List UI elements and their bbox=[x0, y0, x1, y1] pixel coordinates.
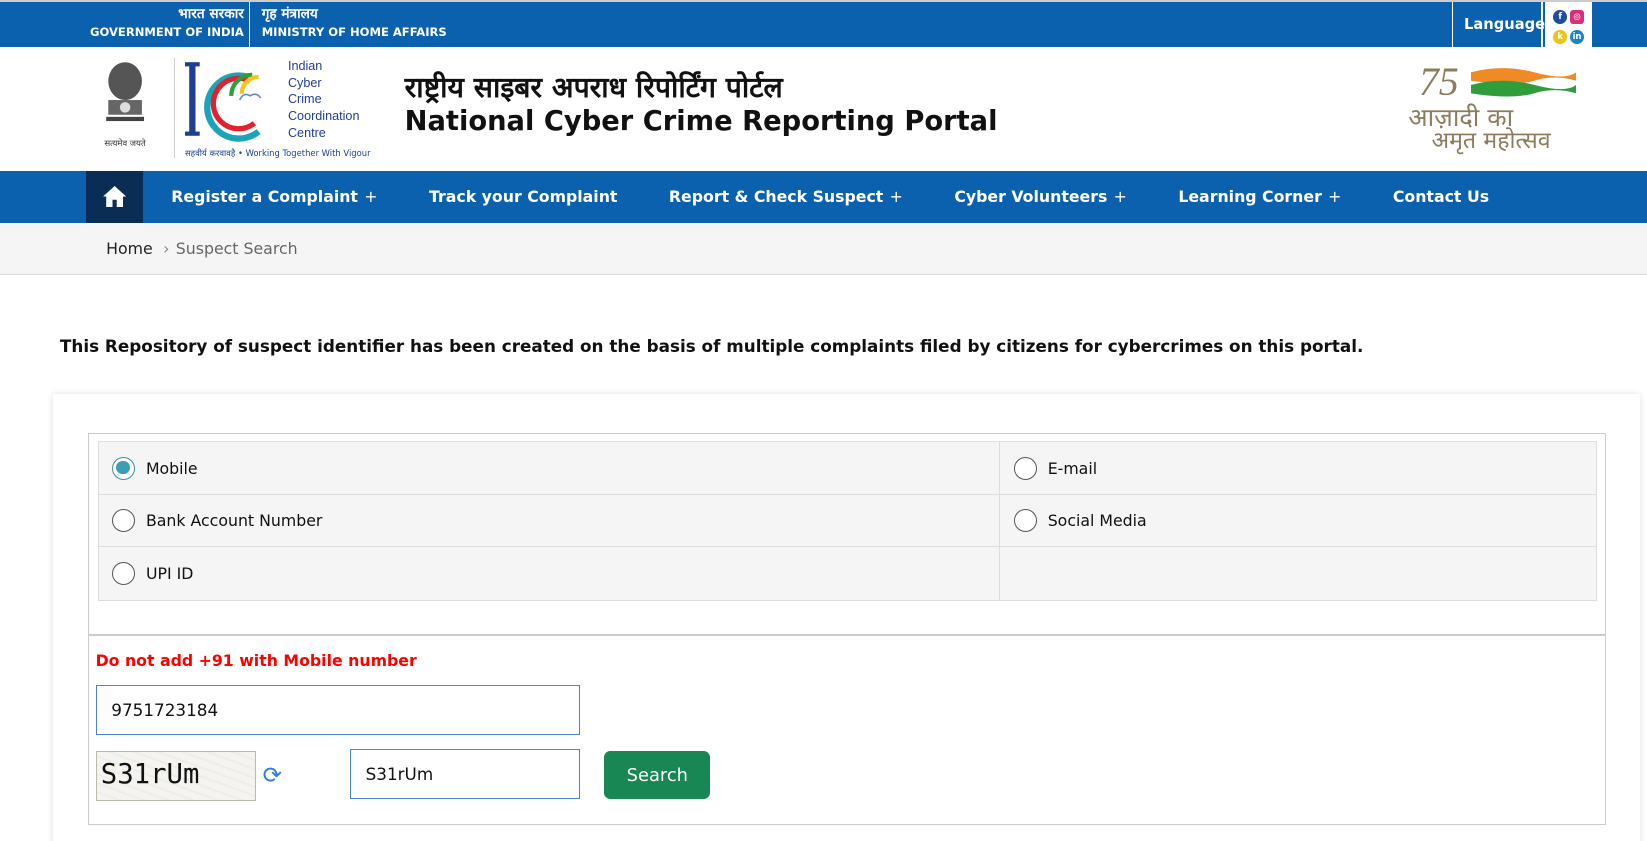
divider bbox=[249, 2, 251, 48]
language-button[interactable]: Language bbox=[1452, 2, 1545, 48]
nav-contact-us[interactable]: Contact Us bbox=[1364, 171, 1512, 222]
suspect-search-card: Mobile E-mail Bank Account Number Social… bbox=[52, 394, 1640, 841]
option-social-media[interactable]: Social Media bbox=[1000, 495, 1596, 547]
nav-learning-corner[interactable]: Learning Corner + bbox=[1150, 171, 1365, 222]
mobile-warning: Do not add +91 with Mobile number bbox=[95, 650, 417, 670]
ministry-of-home-affairs: गृह मंत्रालय MINISTRY OF HOME AFFAIRS bbox=[261, 6, 447, 40]
radio-social-media[interactable] bbox=[1014, 509, 1038, 533]
mobile-number-input[interactable] bbox=[95, 685, 581, 735]
search-form: Mobile E-mail Bank Account Number Social… bbox=[88, 433, 1606, 826]
captcha-image: S31rUm bbox=[95, 751, 257, 801]
radio-upi-id[interactable] bbox=[112, 562, 136, 586]
nav-track-complaint[interactable]: Track your Complaint bbox=[401, 171, 641, 222]
option-bank-account[interactable]: Bank Account Number bbox=[99, 494, 1001, 547]
top-bar: भारत सरकार GOVERNMENT OF INDIA गृह मंत्र… bbox=[0, 0, 1647, 48]
options-row: Mobile E-mail bbox=[98, 442, 1597, 495]
search-type-options: Mobile E-mail Bank Account Number Social… bbox=[97, 441, 1598, 601]
intro-text: This Repository of suspect identifier ha… bbox=[59, 336, 1364, 357]
social-links: f ◎ k in bbox=[1544, 2, 1593, 48]
options-row: UPI ID bbox=[98, 547, 1597, 600]
site-header: सत्यमेव जयते Indian Cyber Crime Coordina… bbox=[0, 47, 1647, 171]
breadcrumb-current: Suspect Search bbox=[175, 238, 298, 258]
empty-cell bbox=[1000, 547, 1596, 600]
portal-title-hindi: राष्ट्रीय साइबर अपराध रिपोर्टिंग पोर्टल bbox=[404, 71, 783, 105]
nav-register-complaint[interactable]: Register a Complaint + bbox=[143, 171, 401, 222]
government-of-india: भारत सरकार GOVERNMENT OF INDIA bbox=[90, 6, 244, 40]
flag-icon bbox=[1471, 68, 1577, 97]
azadi-ka-amrit-mahotsav-logo: 75 आज़ादी का अमृत महोत्सव bbox=[1408, 58, 1597, 154]
main-nav: Register a Complaint + Track your Complai… bbox=[0, 171, 1647, 223]
refresh-captcha-icon[interactable]: ⟳ bbox=[263, 763, 282, 789]
divider bbox=[89, 633, 1605, 636]
portal-title: National Cyber Crime Reporting Portal bbox=[404, 106, 998, 138]
radio-email[interactable] bbox=[1014, 456, 1038, 480]
national-emblem: सत्यमेव जयते bbox=[98, 58, 153, 149]
radio-mobile[interactable] bbox=[112, 456, 136, 480]
i4c-name: Indian Cyber Crime Coordination Centre bbox=[287, 58, 360, 141]
facebook-icon[interactable]: f bbox=[1553, 10, 1568, 25]
chevron-right-icon: › bbox=[163, 238, 170, 258]
linkedin-icon[interactable]: in bbox=[1570, 29, 1584, 44]
search-button[interactable]: Search bbox=[604, 751, 711, 799]
ashoka-emblem-icon bbox=[106, 61, 144, 121]
home-icon bbox=[102, 186, 127, 208]
nav-cyber-volunteers[interactable]: Cyber Volunteers + bbox=[926, 171, 1150, 222]
home-button[interactable] bbox=[86, 171, 143, 223]
option-mobile[interactable]: Mobile bbox=[99, 442, 1001, 494]
nav-report-check-suspect[interactable]: Report & Check Suspect + bbox=[641, 171, 926, 222]
captcha-input[interactable] bbox=[349, 749, 581, 799]
radio-bank-account[interactable] bbox=[112, 509, 136, 533]
instagram-icon[interactable]: ◎ bbox=[1570, 10, 1584, 25]
option-upi-id[interactable]: UPI ID bbox=[99, 547, 1001, 600]
breadcrumb: Home › Suspect Search bbox=[0, 222, 1647, 276]
koo-icon[interactable]: k bbox=[1553, 29, 1568, 44]
i4c-logo: Indian Cyber Crime Coordination Centre स… bbox=[184, 58, 371, 159]
breadcrumb-home[interactable]: Home bbox=[106, 239, 153, 258]
options-row: Bank Account Number Social Media bbox=[98, 494, 1597, 548]
option-email[interactable]: E-mail bbox=[1000, 442, 1596, 494]
i4c-logo-icon bbox=[184, 61, 262, 142]
divider bbox=[174, 57, 176, 158]
